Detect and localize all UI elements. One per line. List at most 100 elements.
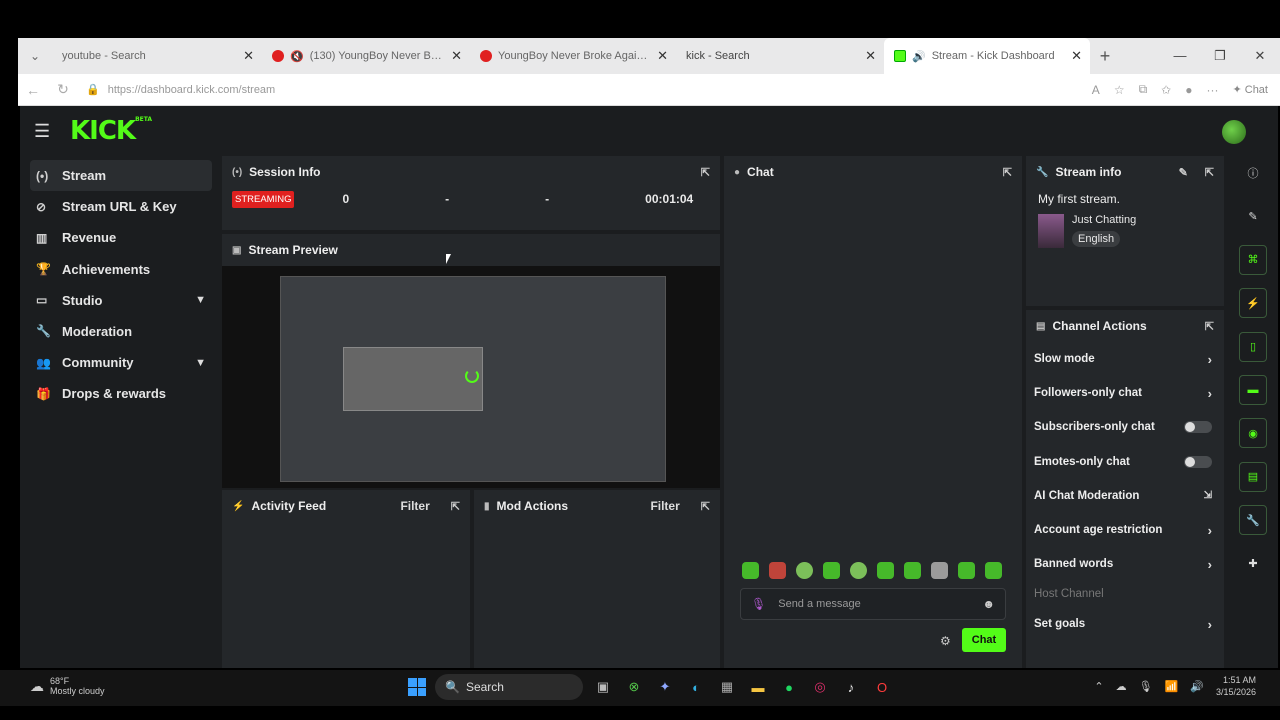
action-slow-mode[interactable]: Slow mode ›: [1026, 342, 1224, 376]
store-icon[interactable]: ▦: [716, 676, 738, 698]
back-icon[interactable]: ←: [18, 82, 48, 98]
browser-tab-pinterest[interactable]: YoungBoy Never Broke Again - Ar ✕: [470, 38, 676, 74]
restore-icon[interactable]: ❐: [1200, 38, 1240, 74]
weather-widget[interactable]: ☁ 68°F Mostly cloudy: [30, 676, 105, 696]
action-ai-chat-moderation[interactable]: AI Chat Moderation ⇲: [1026, 479, 1224, 513]
browser-tab-youtube-search[interactable]: youtube - Search ✕: [52, 38, 262, 74]
popout-icon[interactable]: ⇱: [701, 166, 710, 179]
new-tab-button[interactable]: +: [1090, 46, 1120, 67]
sidebar-item-moderation[interactable]: 🔧 Moderation: [30, 316, 212, 347]
volume-icon[interactable]: 🔊: [1190, 680, 1204, 693]
close-tab-icon[interactable]: ✕: [1071, 48, 1082, 64]
instagram-icon[interactable]: ◎: [809, 676, 831, 698]
browser-tab-kick-dashboard[interactable]: 🔊 Stream - Kick Dashboard ✕: [884, 38, 1090, 74]
sidebar-item-revenue[interactable]: ▥ Revenue: [30, 222, 212, 253]
popout-icon[interactable]: ⇱: [1003, 166, 1012, 179]
clock[interactable]: 1:51 AM 3/15/2026: [1216, 674, 1256, 698]
screenshot-icon[interactable]: ⌘: [1239, 244, 1267, 275]
browser-tab-youtube-video[interactable]: 🔇 (130) YoungBoy Never Broke ✕: [262, 38, 470, 74]
minimize-icon[interactable]: —: [1160, 38, 1200, 74]
emoji-icon[interactable]: ☻: [982, 597, 995, 611]
close-tab-icon[interactable]: ✕: [865, 48, 876, 64]
gear-icon[interactable]: ⚙: [940, 634, 951, 648]
popout-icon[interactable]: ⇱: [701, 500, 710, 513]
emote-icon[interactable]: [931, 562, 948, 579]
more-options-icon[interactable]: ···: [1206, 83, 1218, 97]
close-tab-icon[interactable]: ✕: [451, 48, 462, 64]
sidebar-item-achievements[interactable]: 🏆 Achievements: [30, 254, 212, 285]
task-view-icon[interactable]: ▣: [592, 676, 614, 698]
popout-icon[interactable]: ⇱: [451, 500, 460, 513]
document-icon[interactable]: ▯: [1239, 331, 1267, 362]
sidebar-item-stream[interactable]: (•) Stream: [30, 160, 212, 191]
chevron-up-icon[interactable]: ⌃: [1094, 680, 1103, 693]
filter-button[interactable]: Filter: [650, 499, 679, 513]
close-tab-icon[interactable]: ✕: [243, 48, 254, 64]
browser-tab-kick-search[interactable]: kick - Search ✕: [676, 38, 884, 74]
popout-icon[interactable]: ⇱: [1205, 320, 1214, 333]
file-explorer-icon[interactable]: ▬: [747, 676, 769, 698]
subscribers-only-toggle[interactable]: [1184, 421, 1212, 434]
chat-bubble-icon[interactable]: ▬: [1239, 374, 1267, 405]
copilot-button[interactable]: ✦ Chat: [1232, 83, 1268, 96]
popout-icon[interactable]: ⇱: [1205, 166, 1214, 179]
user-avatar[interactable]: [1222, 120, 1246, 144]
profile-icon[interactable]: ●: [1185, 83, 1192, 97]
wrench-icon[interactable]: 🔧: [1239, 505, 1267, 536]
url-field[interactable]: 🔒 https://dashboard.kick.com/stream: [86, 83, 1092, 97]
edit-pencil-icon[interactable]: ✎: [1239, 201, 1267, 231]
emote-icon[interactable]: [850, 562, 867, 579]
wifi-icon[interactable]: 📶: [1165, 680, 1179, 693]
copilot-icon[interactable]: ✦: [654, 676, 676, 698]
onedrive-icon[interactable]: ☁: [1116, 680, 1127, 693]
windows-start-icon[interactable]: [408, 678, 426, 696]
xbox-icon[interactable]: ⊗: [623, 676, 645, 698]
sidebar-item-drops-rewards[interactable]: 🎁 Drops & rewards: [30, 378, 212, 409]
favorite-star-icon[interactable]: ☆: [1114, 83, 1125, 97]
action-set-goals[interactable]: Set goals ›: [1026, 607, 1224, 641]
broadcast-icon[interactable]: ◉: [1239, 418, 1267, 449]
chat-message-input[interactable]: 🎙 Send a message ☻: [740, 588, 1006, 620]
speaker-icon[interactable]: 🔊: [912, 50, 926, 63]
menu-icon[interactable]: ☰: [34, 121, 60, 142]
emote-icon[interactable]: [958, 562, 975, 579]
filter-button[interactable]: Filter: [400, 499, 429, 513]
favorites-icon[interactable]: ✩: [1161, 83, 1171, 97]
emote-icon[interactable]: [823, 562, 840, 579]
emote-icon[interactable]: [742, 562, 759, 579]
add-widget-icon[interactable]: ✚: [1239, 549, 1267, 579]
edit-pencil-icon[interactable]: ✎: [1179, 166, 1188, 179]
action-followers-only-chat[interactable]: Followers-only chat ›: [1026, 376, 1224, 410]
emote-icon[interactable]: [904, 562, 921, 579]
microphone-icon[interactable]: 🎙: [1139, 680, 1153, 693]
extensions-icon[interactable]: ⧉: [1139, 82, 1148, 97]
close-window-icon[interactable]: ✕: [1240, 38, 1280, 74]
microphone-icon[interactable]: 🎙: [751, 597, 766, 611]
action-account-age-restriction[interactable]: Account age restriction ›: [1026, 513, 1224, 547]
emote-icon[interactable]: [877, 562, 894, 579]
opera-icon[interactable]: O: [871, 676, 893, 698]
action-banned-words[interactable]: Banned words ›: [1026, 547, 1224, 581]
emotes-only-toggle[interactable]: [1184, 455, 1212, 468]
sidebar-item-studio[interactable]: ▭ Studio ▼: [30, 285, 212, 316]
emote-icon[interactable]: [769, 562, 786, 579]
read-aloud-icon[interactable]: A: [1092, 83, 1100, 97]
sidebar-item-stream-url-key[interactable]: ⊘ Stream URL & Key: [30, 191, 212, 222]
emote-icon[interactable]: [985, 562, 1002, 579]
tab-actions-menu-icon[interactable]: ⌄: [18, 38, 52, 74]
tiktok-icon[interactable]: ♪: [840, 676, 862, 698]
list-icon[interactable]: ▤: [1239, 461, 1267, 492]
taskbar-search[interactable]: 🔍 Search: [435, 674, 583, 700]
refresh-icon[interactable]: ↻: [48, 81, 78, 98]
kick-logo[interactable]: KICKBETA: [70, 116, 152, 146]
sidebar-item-community[interactable]: 👥 Community ▼: [30, 347, 212, 378]
close-tab-icon[interactable]: ✕: [657, 48, 668, 64]
info-icon[interactable]: ⓘ: [1239, 158, 1267, 188]
spotify-icon[interactable]: ●: [778, 676, 800, 698]
stream-preview-video[interactable]: [280, 276, 666, 482]
edge-icon[interactable]: ◐: [685, 676, 707, 698]
muted-speaker-icon[interactable]: 🔇: [290, 50, 304, 63]
send-chat-button[interactable]: Chat: [962, 628, 1006, 652]
emote-icon[interactable]: [796, 562, 813, 579]
bolt-icon[interactable]: ⚡: [1239, 288, 1267, 319]
